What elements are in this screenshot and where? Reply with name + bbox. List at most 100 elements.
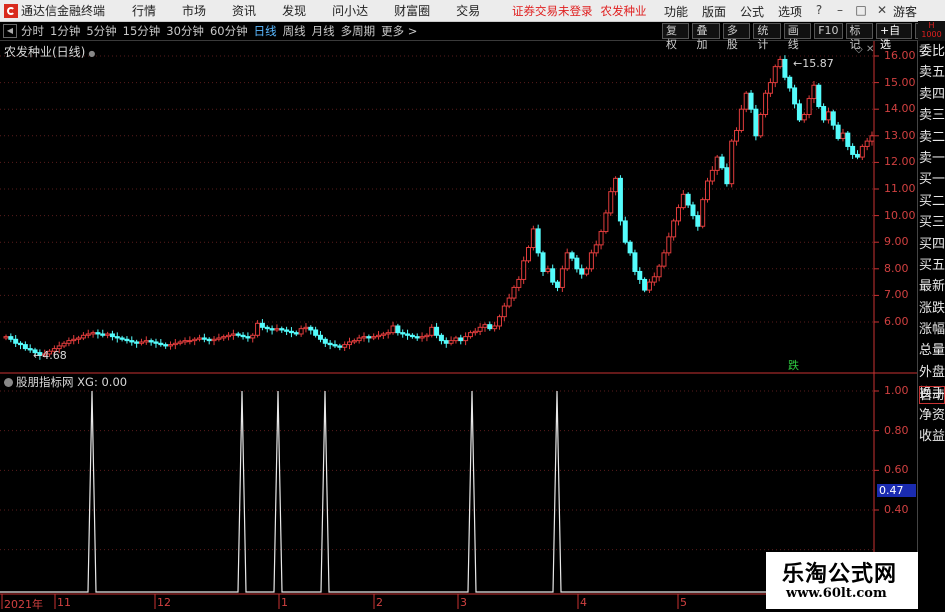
settings-dot-icon[interactable]: ● <box>88 49 95 58</box>
panel-item-0[interactable]: 委比 <box>918 41 945 62</box>
candle-body <box>748 92 754 110</box>
candle-body <box>274 328 280 331</box>
panel-item-3[interactable]: 卖三 <box>918 105 945 126</box>
candle-body <box>753 108 759 137</box>
tool-restore-rights-button[interactable]: 复权 <box>662 23 690 51</box>
panel-item-1[interactable]: 卖五 <box>918 62 945 83</box>
y-tick-label: 8.00 <box>884 261 909 275</box>
candle-body <box>342 344 348 348</box>
x-axis-label: 12 <box>157 596 171 609</box>
y-tick-label: 13.00 <box>884 128 916 142</box>
period-tab-daily[interactable]: 日线 <box>254 23 277 39</box>
period-tab-60min[interactable]: 60分钟 <box>210 23 248 39</box>
auto-button[interactable]: 自动 <box>919 386 945 404</box>
panel-item-7[interactable]: 买二 <box>918 191 945 212</box>
guest-user[interactable]: 游客 <box>893 3 917 20</box>
diamond-icon[interactable]: ◇ <box>855 44 863 55</box>
candle-body <box>114 336 120 339</box>
candle-body <box>845 132 851 147</box>
candle-body <box>729 140 735 185</box>
menu-item-function[interactable]: 功能 <box>664 3 688 20</box>
period-tab-monthly[interactable]: 月线 <box>312 23 335 39</box>
period-tab-weekly[interactable]: 周线 <box>283 23 306 39</box>
indicator-tick-label: 0.60 <box>884 463 909 477</box>
main-menu: 行情 市场 资讯 发现 问小达 财富圈 交易 <box>119 2 493 19</box>
menu-item-quotes[interactable]: 行情 <box>132 2 156 19</box>
chart-area[interactable] <box>0 41 917 609</box>
period-tab-more[interactable]: 更多 > <box>381 23 417 39</box>
panel-item-18[interactable]: 收益 <box>918 426 945 447</box>
panel-item-17[interactable]: 净资 <box>918 405 945 426</box>
candle-body <box>293 332 299 335</box>
help-icon[interactable]: ? <box>811 2 827 18</box>
candle-body <box>671 220 677 238</box>
candle-body <box>71 338 77 342</box>
candle-body <box>782 58 788 78</box>
indicator-settings-icon[interactable] <box>4 378 13 387</box>
panel-item-10[interactable]: 买五 <box>918 255 945 276</box>
candle-body <box>569 252 575 259</box>
high-label: 15.87 <box>802 57 834 70</box>
candle-body <box>226 334 232 338</box>
menu-item-formula[interactable]: 公式 <box>740 3 764 20</box>
period-tab-1min[interactable]: 1分钟 <box>50 23 80 39</box>
x-axis-label: 5 <box>680 596 687 609</box>
period-tab-5min[interactable]: 5分钟 <box>86 23 116 39</box>
candle-body <box>526 247 532 262</box>
candle-body <box>700 199 706 227</box>
period-tab-30min[interactable]: 30分钟 <box>166 23 204 39</box>
panel-item-5[interactable]: 卖一 <box>918 148 945 169</box>
candle-body <box>758 114 764 137</box>
panel-item-8[interactable]: 买三 <box>918 212 945 233</box>
candle-body <box>792 87 798 105</box>
candle-body <box>821 106 827 121</box>
y-tick-label: 7.00 <box>884 288 909 302</box>
tool-mark-button[interactable]: 标记 <box>845 23 873 51</box>
panel-item-13[interactable]: 涨幅 <box>918 319 945 340</box>
period-tab-15min[interactable]: 15分钟 <box>123 23 161 39</box>
menu-item-trade[interactable]: 交易 <box>456 2 480 19</box>
candle-body <box>617 177 623 222</box>
minimize-icon[interactable]: – <box>832 2 848 18</box>
candle-body <box>492 325 498 330</box>
period-tab-intraday[interactable]: 分时 <box>21 23 44 39</box>
menu-item-ask[interactable]: 问小达 <box>332 2 368 19</box>
collapse-left-icon[interactable]: ◀ <box>3 24 17 38</box>
login-notice[interactable]: 证券交易未登录 农发种业 <box>512 3 647 19</box>
candle-body <box>661 252 667 267</box>
candle-body <box>598 231 604 246</box>
tool-multi-stock-button[interactable]: 多股 <box>722 23 751 51</box>
period-tab-multi[interactable]: 多周期 <box>341 23 376 39</box>
menu-item-wealth[interactable]: 财富圈 <box>394 2 430 19</box>
menu-item-news[interactable]: 资讯 <box>232 2 256 19</box>
candle-body <box>371 336 377 339</box>
tool-add-watchlist-button[interactable]: +自选 <box>875 23 912 51</box>
panel-item-11[interactable]: 最新 <box>918 276 945 297</box>
panel-item-9[interactable]: 买四 <box>918 234 945 255</box>
tool-stats-button[interactable]: 统计 <box>753 23 781 51</box>
maximize-icon[interactable]: □ <box>853 2 869 18</box>
close-small-icon[interactable]: ✕ <box>866 44 874 55</box>
panel-item-14[interactable]: 总量 <box>918 340 945 361</box>
candle-body <box>8 336 14 340</box>
candle-body <box>284 329 290 332</box>
menu-item-market[interactable]: 市场 <box>182 2 206 19</box>
menu-item-discover[interactable]: 发现 <box>282 2 306 19</box>
candle-body <box>777 58 783 68</box>
candle-body <box>806 98 812 116</box>
high-annotation: ←15.87 <box>793 57 834 70</box>
panel-item-12[interactable]: 涨跌 <box>918 298 945 319</box>
close-icon[interactable]: ✕ <box>874 2 890 18</box>
tool-f10-button[interactable]: F10 <box>814 23 843 39</box>
panel-item-15[interactable]: 外盘 <box>918 362 945 383</box>
panel-item-6[interactable]: 买一 <box>918 169 945 190</box>
panel-item-2[interactable]: 卖四 <box>918 84 945 105</box>
panel-item-4[interactable]: 卖二 <box>918 127 945 148</box>
candle-body <box>221 336 227 339</box>
right-panel: 委比 卖五 卖四 卖三 卖二 卖一 买一 买二 买三 买四 买五 最新 涨跌 涨幅 总量 外盘 换手 净资 收益 自… <box>917 41 945 609</box>
menu-item-layout[interactable]: 版面 <box>702 3 726 20</box>
tool-draw-button[interactable]: 画线 <box>783 23 812 51</box>
chevron-left-icon[interactable]: ‹ <box>790 2 806 18</box>
candle-body <box>434 326 440 336</box>
tool-overlay-button[interactable]: 叠加 <box>692 23 720 51</box>
